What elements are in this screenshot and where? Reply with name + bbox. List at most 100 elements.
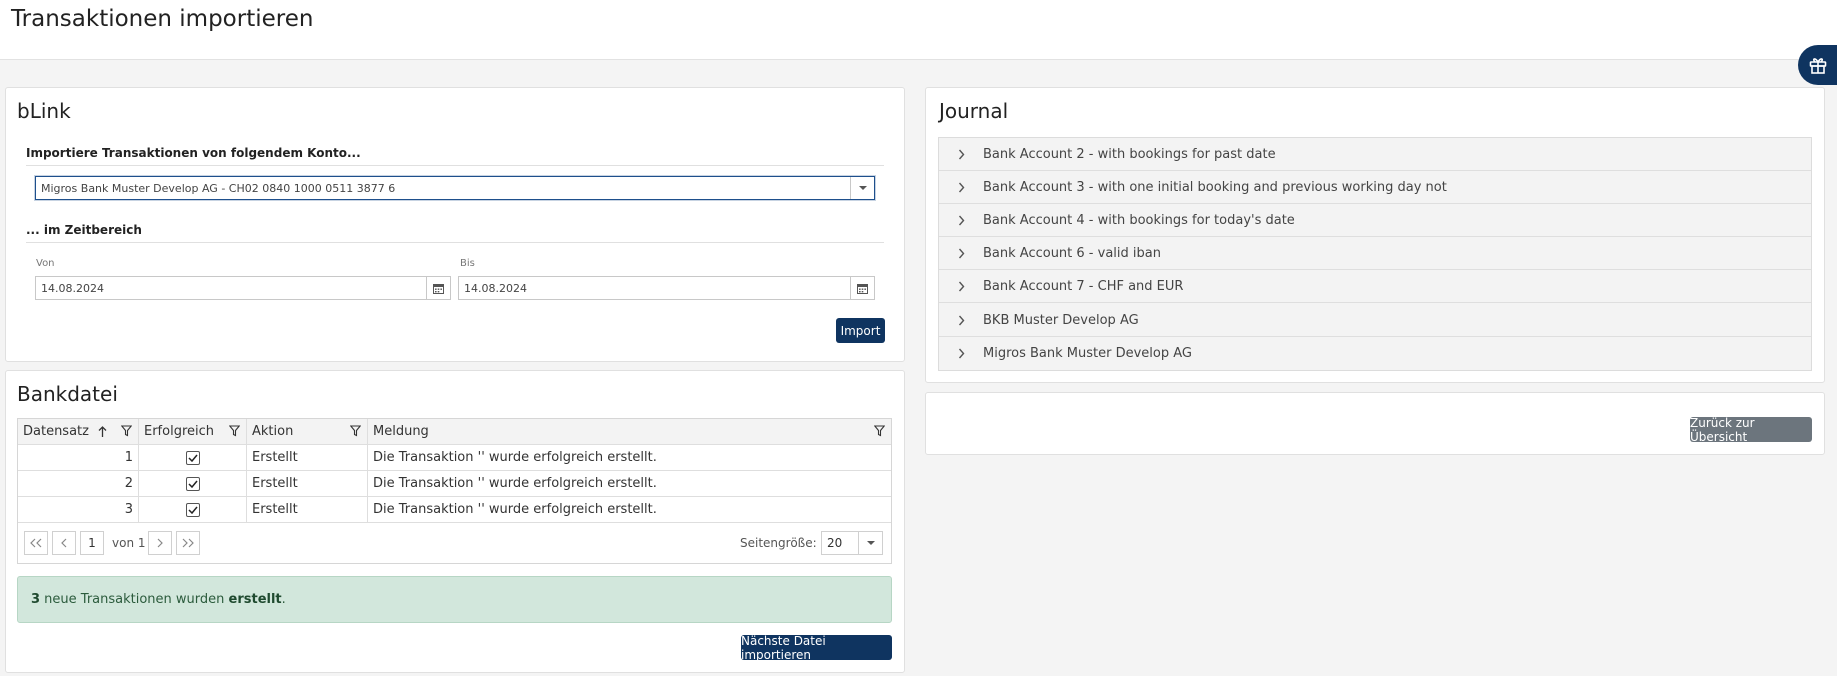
column-header-meldung[interactable]: Meldung — [368, 419, 891, 444]
column-header-erfolgreich[interactable]: Erfolgreich — [139, 419, 247, 444]
alert-count: 3 — [31, 592, 41, 607]
calendar-icon — [857, 283, 868, 294]
column-header-datensatz[interactable]: Datensatz — [18, 419, 139, 444]
check-icon — [187, 506, 198, 514]
column-header-label: Aktion — [252, 424, 294, 439]
journal-item[interactable]: Bank Account 3 - with one initial bookin… — [939, 171, 1811, 204]
chevron-right-icon — [958, 215, 964, 225]
divider — [26, 242, 884, 243]
account-select-toggle[interactable] — [850, 177, 874, 199]
journal-item-label: Bank Account 6 - valid iban — [983, 245, 1161, 261]
journal-item[interactable]: Migros Bank Muster Develop AG — [939, 337, 1811, 370]
table-row[interactable]: 1 Erstellt Die Transaktion '' wurde erfo… — [18, 445, 891, 471]
cell-erfolgreich — [139, 471, 247, 496]
page-size-toggle[interactable] — [858, 532, 882, 554]
cell-datensatz: 1 — [18, 445, 139, 470]
sort-asc-icon[interactable] — [98, 426, 107, 438]
cell-aktion: Erstellt — [247, 445, 368, 470]
success-checkbox[interactable] — [185, 502, 200, 517]
to-date-input[interactable]: 14.08.2024 — [458, 276, 875, 300]
prev-page-button[interactable] — [52, 531, 76, 555]
import-button[interactable]: Import — [836, 318, 885, 343]
journal-item[interactable]: Bank Account 2 - with bookings for past … — [939, 138, 1811, 171]
alert-text: neue Transaktionen wurden — [40, 592, 229, 607]
cell-erfolgreich — [139, 497, 247, 522]
journal-list: Bank Account 2 - with bookings for past … — [938, 137, 1812, 371]
chevron-right-icon — [958, 149, 964, 159]
to-label: Bis — [460, 258, 475, 269]
time-section-label: ... im Zeitbereich — [26, 223, 142, 237]
cell-aktion: Erstellt — [247, 471, 368, 496]
cell-datensatz: 2 — [18, 471, 139, 496]
journal-item-label: Migros Bank Muster Develop AG — [983, 346, 1192, 361]
from-date-input[interactable]: 14.08.2024 — [35, 276, 451, 300]
gift-button[interactable] — [1798, 45, 1837, 85]
blink-title: bLink — [17, 99, 71, 123]
column-header-label: Datensatz — [23, 424, 89, 439]
chevron-right-icon — [958, 182, 964, 192]
table-row[interactable]: 2 Erstellt Die Transaktion '' wurde erfo… — [18, 471, 891, 497]
chevron-right-icon — [958, 248, 964, 258]
filter-icon[interactable] — [350, 425, 361, 437]
back-to-overview-button[interactable]: Zurück zur Übersicht — [1690, 416, 1812, 444]
cell-meldung: Die Transaktion '' wurde erfolgreich ers… — [373, 502, 657, 517]
prev-page-icon — [61, 538, 67, 548]
chevron-down-icon — [858, 186, 867, 190]
column-header-aktion[interactable]: Aktion — [247, 419, 368, 444]
account-section-label: Importiere Transaktionen von folgendem K… — [26, 146, 361, 160]
check-icon — [187, 480, 198, 488]
from-date-picker-button[interactable] — [426, 277, 450, 299]
journal-item-label: Bank Account 7 - CHF and EUR — [983, 278, 1184, 294]
cell-meldung: Die Transaktion '' wurde erfolgreich ers… — [373, 476, 657, 491]
journal-item[interactable]: Bank Account 4 - with bookings for today… — [939, 204, 1811, 237]
chevron-right-icon — [958, 281, 964, 291]
filter-icon[interactable] — [229, 425, 240, 437]
bankdatei-grid: Datensatz Erfolgreich Aktion Meldung 1 E… — [17, 418, 892, 564]
table-row[interactable]: 3 Erstellt Die Transaktion '' wurde erfo… — [18, 497, 891, 523]
check-icon — [187, 454, 198, 462]
cell-meldung: Die Transaktion '' wurde erfolgreich ers… — [373, 450, 657, 465]
to-date-picker-button[interactable] — [850, 277, 874, 299]
next-page-icon — [157, 538, 163, 548]
journal-item[interactable]: Bank Account 7 - CHF and EUR — [939, 270, 1811, 303]
journal-item-label: BKB Muster Develop AG — [983, 312, 1139, 328]
next-file-import-button[interactable]: Nächste Datei importieren — [741, 634, 892, 662]
success-checkbox[interactable] — [185, 476, 200, 491]
top-bar: Transaktionen importieren — [0, 0, 1837, 60]
divider — [26, 165, 884, 166]
page-of-label: von 1 — [112, 536, 146, 550]
page-number-input[interactable]: 1 — [80, 531, 104, 555]
journal-item[interactable]: BKB Muster Develop AG — [939, 304, 1811, 337]
last-page-button[interactable] — [176, 531, 200, 555]
grid-pager: 1 von 1 Seitengröße: 20 — [18, 525, 891, 563]
from-date-value: 14.08.2024 — [41, 281, 104, 295]
filter-icon[interactable] — [874, 425, 885, 437]
filter-icon[interactable] — [121, 425, 132, 437]
cell-aktion: Erstellt — [247, 497, 368, 522]
first-page-icon — [30, 538, 42, 548]
account-select[interactable]: Migros Bank Muster Develop AG - CH02 084… — [35, 176, 875, 200]
grid-header-row: Datensatz Erfolgreich Aktion Meldung — [18, 419, 891, 445]
column-header-label: Meldung — [373, 424, 429, 439]
chevron-down-icon — [866, 541, 875, 545]
page-size-value: 20 — [827, 536, 843, 550]
page-title: Transaktionen importieren — [11, 6, 314, 32]
calendar-icon — [433, 283, 444, 294]
cell-erfolgreich — [139, 445, 247, 470]
journal-item-label: Bank Account 4 - with bookings for today… — [983, 212, 1295, 228]
cell-datensatz: 3 — [18, 497, 139, 522]
from-label: Von — [36, 258, 55, 269]
alert-suffix: . — [281, 592, 286, 607]
success-checkbox[interactable] — [185, 450, 200, 465]
first-page-button[interactable] — [24, 531, 48, 555]
page-size-select[interactable]: 20 — [821, 531, 883, 555]
journal-item[interactable]: Bank Account 6 - valid iban — [939, 237, 1811, 270]
gift-icon — [1809, 58, 1827, 74]
success-alert: 3 neue Transaktionen wurden erstellt. — [17, 576, 892, 623]
last-page-icon — [182, 538, 194, 548]
journal-item-label: Bank Account 3 - with one initial bookin… — [983, 179, 1447, 195]
page-size-label: Seitengröße: — [740, 536, 817, 550]
alert-status: erstellt — [228, 592, 282, 607]
journal-item-label: Bank Account 2 - with bookings for past … — [983, 146, 1276, 162]
next-page-button[interactable] — [148, 531, 172, 555]
